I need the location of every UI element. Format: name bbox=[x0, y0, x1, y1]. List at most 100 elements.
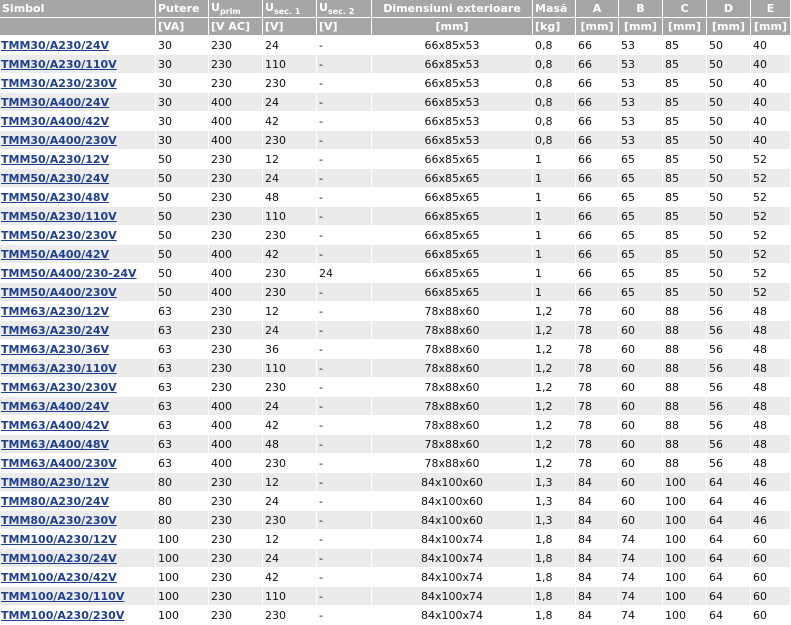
cell-masa: 1,2 bbox=[533, 302, 575, 320]
unit-e: [mm] bbox=[751, 18, 790, 35]
product-link[interactable]: TMM30/A230/230V bbox=[1, 77, 117, 90]
cell-a: 84 bbox=[576, 606, 618, 624]
cell-uprim: 400 bbox=[209, 131, 262, 149]
product-link[interactable]: TMM50/A400/230V bbox=[1, 286, 117, 299]
cell-masa: 1,2 bbox=[533, 416, 575, 434]
product-link[interactable]: TMM50/A400/230-24V bbox=[1, 267, 137, 280]
cell-uprim: 230 bbox=[209, 530, 262, 548]
product-link[interactable]: TMM100/A230/12V bbox=[1, 533, 117, 546]
cell-usec2: - bbox=[317, 321, 371, 339]
product-link[interactable]: TMM80/A230/230V bbox=[1, 514, 117, 527]
cell-usec1: 36 bbox=[263, 340, 316, 358]
table-row: TMM63/A230/24V 63 230 24-78x88x60 1,2 78 60 88 5… bbox=[0, 321, 790, 339]
product-link[interactable]: TMM80/A230/12V bbox=[1, 476, 109, 489]
unit-c: [mm] bbox=[663, 18, 706, 35]
product-link[interactable]: TMM63/A230/230V bbox=[1, 381, 117, 394]
cell-uprim: 400 bbox=[209, 283, 262, 301]
cell-d: 56 bbox=[707, 397, 750, 415]
product-link[interactable]: TMM50/A230/12V bbox=[1, 153, 109, 166]
cell-simbol: TMM50/A400/230-24V bbox=[0, 264, 155, 282]
unit-b: [mm] bbox=[619, 18, 662, 35]
product-link[interactable]: TMM50/A230/110V bbox=[1, 210, 117, 223]
header-putere-label: Putere bbox=[158, 2, 200, 15]
table-row: TMM80/A230/230V 80 230 230-84x100x60 1,3 84 60… bbox=[0, 511, 790, 529]
units-row: [VA] [V AC] [V] [V] [mm] [kg] [mm] [mm] … bbox=[0, 18, 790, 35]
cell-a: 66 bbox=[576, 283, 618, 301]
product-link[interactable]: TMM63/A230/24V bbox=[1, 324, 109, 337]
cell-e: 48 bbox=[751, 454, 790, 472]
table-row: TMM30/A400/24V 30 400 24-66x85x53 0,8 66 53 85 5… bbox=[0, 93, 790, 111]
product-link[interactable]: TMM63/A400/42V bbox=[1, 419, 109, 432]
cell-d: 64 bbox=[707, 549, 750, 567]
cell-b: 53 bbox=[619, 112, 662, 130]
cell-uprim: 230 bbox=[209, 568, 262, 586]
product-link[interactable]: TMM30/A400/42V bbox=[1, 115, 109, 128]
cell-usec1: 230 bbox=[263, 511, 316, 529]
cell-d: 50 bbox=[707, 169, 750, 187]
cell-usec2: - bbox=[317, 245, 371, 263]
product-link[interactable]: TMM100/A230/24V bbox=[1, 552, 117, 565]
cell-usec2: - bbox=[317, 36, 371, 54]
cell-putere: 63 bbox=[156, 378, 208, 396]
col-header-simbol: Simbol bbox=[0, 0, 155, 17]
product-link[interactable]: TMM50/A400/42V bbox=[1, 248, 109, 261]
product-link[interactable]: TMM50/A230/230V bbox=[1, 229, 117, 242]
product-link[interactable]: TMM30/A230/24V bbox=[1, 39, 109, 52]
cell-a: 78 bbox=[576, 378, 618, 396]
table-row: TMM80/A230/12V 80 230 12-84x100x60 1,3 84 60 10… bbox=[0, 473, 790, 491]
product-link[interactable]: TMM50/A230/48V bbox=[1, 191, 109, 204]
cell-usec2: - bbox=[317, 530, 371, 548]
product-link[interactable]: TMM30/A400/24V bbox=[1, 96, 109, 109]
table-row: TMM30/A400/42V 30 400 42-66x85x53 0,8 66 53 85 5… bbox=[0, 112, 790, 130]
col-header-masa: Masă bbox=[533, 0, 575, 17]
product-link[interactable]: TMM63/A230/36V bbox=[1, 343, 109, 356]
cell-simbol: TMM80/A230/24V bbox=[0, 492, 155, 510]
product-link[interactable]: TMM30/A400/230V bbox=[1, 134, 117, 147]
product-link[interactable]: TMM100/A230/42V bbox=[1, 571, 117, 584]
cell-masa: 1 bbox=[533, 245, 575, 263]
product-link[interactable]: TMM50/A230/24V bbox=[1, 172, 109, 185]
cell-masa: 1 bbox=[533, 169, 575, 187]
product-link[interactable]: TMM63/A230/12V bbox=[1, 305, 109, 318]
cell-simbol: TMM100/A230/42V bbox=[0, 568, 155, 586]
cell-usec1: 24 bbox=[263, 492, 316, 510]
cell-c: 85 bbox=[663, 131, 706, 149]
unit-simbol bbox=[0, 18, 155, 35]
product-link[interactable]: TMM63/A400/24V bbox=[1, 400, 109, 413]
cell-e: 48 bbox=[751, 435, 790, 453]
cell-a: 66 bbox=[576, 188, 618, 206]
product-link[interactable]: TMM63/A230/110V bbox=[1, 362, 117, 375]
cell-usec1: 230 bbox=[263, 264, 316, 282]
product-link[interactable]: TMM63/A400/48V bbox=[1, 438, 109, 451]
table-row: TMM63/A230/12V 63 230 12-78x88x60 1,2 78 60 88 5… bbox=[0, 302, 790, 320]
product-link[interactable]: TMM30/A230/110V bbox=[1, 58, 117, 71]
cell-e: 40 bbox=[751, 131, 790, 149]
cell-a: 84 bbox=[576, 568, 618, 586]
cell-c: 88 bbox=[663, 454, 706, 472]
cell-uprim: 230 bbox=[209, 511, 262, 529]
cell-c: 85 bbox=[663, 264, 706, 282]
table-row: TMM30/A230/24V 30 230 24-66x85x53 0,8 66 53 85 5… bbox=[0, 36, 790, 54]
product-link[interactable]: TMM80/A230/24V bbox=[1, 495, 109, 508]
cell-masa: 1,8 bbox=[533, 587, 575, 605]
cell-putere: 63 bbox=[156, 359, 208, 377]
cell-d: 50 bbox=[707, 264, 750, 282]
cell-usec2: - bbox=[317, 606, 371, 624]
product-link[interactable]: TMM63/A400/230V bbox=[1, 457, 117, 470]
cell-usec2: - bbox=[317, 207, 371, 225]
cell-usec1: 24 bbox=[263, 169, 316, 187]
product-link[interactable]: TMM100/A230/110V bbox=[1, 590, 124, 603]
cell-masa: 1,3 bbox=[533, 492, 575, 510]
cell-usec2: - bbox=[317, 93, 371, 111]
cell-usec1: 48 bbox=[263, 435, 316, 453]
cell-putere: 100 bbox=[156, 549, 208, 567]
cell-b: 65 bbox=[619, 264, 662, 282]
header-uprim-main: U bbox=[211, 0, 220, 14]
cell-putere: 63 bbox=[156, 454, 208, 472]
cell-simbol: TMM50/A230/110V bbox=[0, 207, 155, 225]
cell-b: 74 bbox=[619, 530, 662, 548]
table-row: TMM63/A400/42V 63 400 42-78x88x60 1,2 78 60 88 5… bbox=[0, 416, 790, 434]
cell-usec2: - bbox=[317, 587, 371, 605]
product-link[interactable]: TMM100/A230/230V bbox=[1, 609, 124, 622]
cell-simbol: TMM50/A230/230V bbox=[0, 226, 155, 244]
